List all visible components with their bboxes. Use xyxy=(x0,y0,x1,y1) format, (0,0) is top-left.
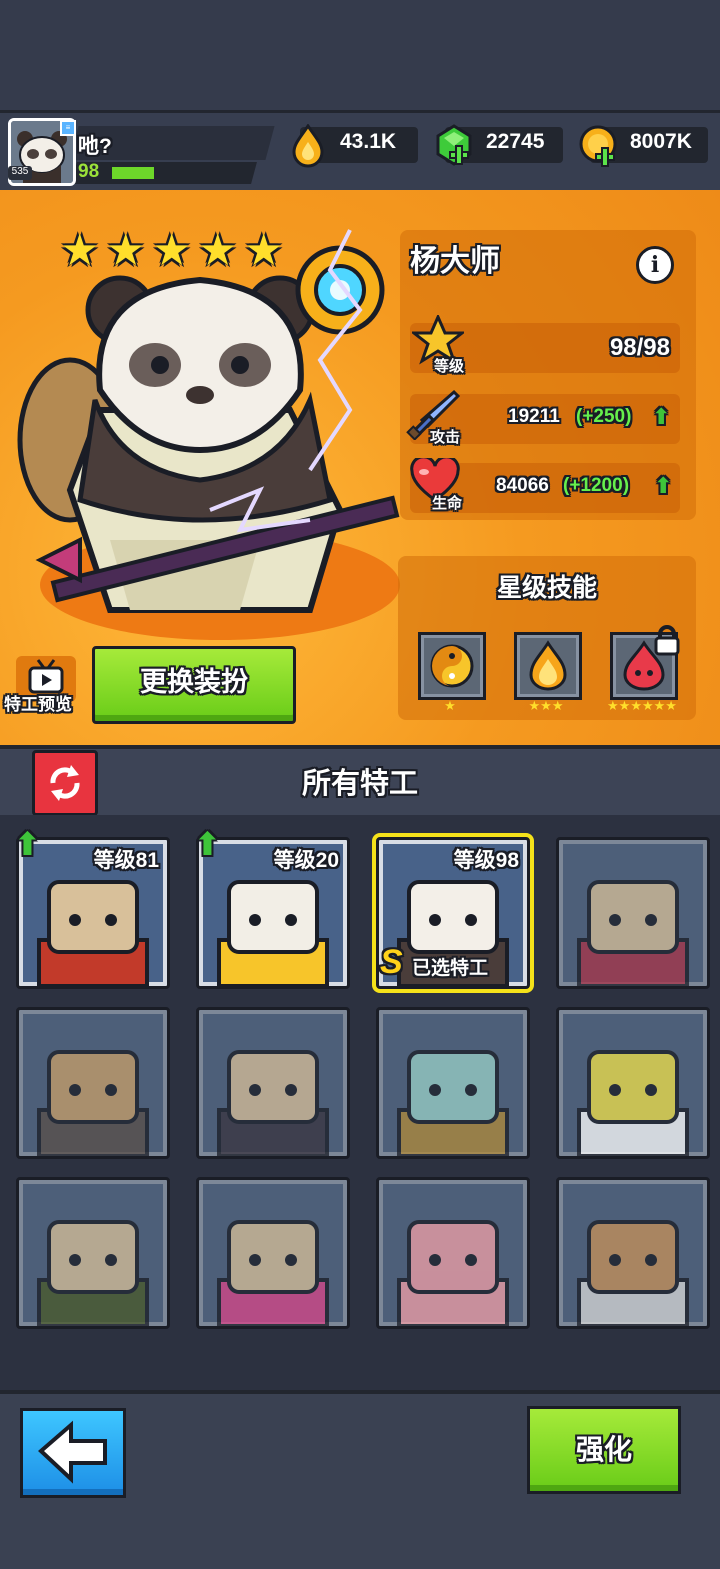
stat-level-label: 等级 xyxy=(434,358,465,375)
skill-3-stars: ★★★★★★ xyxy=(607,698,677,713)
skill-2-stars: ★★★ xyxy=(528,698,564,713)
rank-s-badge: S xyxy=(380,943,403,981)
player-level: 98 xyxy=(78,161,100,182)
stat-hp-label: 生命 xyxy=(432,495,463,512)
status-bar-area xyxy=(0,0,720,110)
pink-hair-portrait-icon xyxy=(217,1220,329,1326)
agent-level-label: 等级20 xyxy=(273,849,339,872)
resource-energy-value: 43.1K xyxy=(340,130,397,153)
player-name: 吔? xyxy=(78,135,112,158)
yin-yang-icon xyxy=(430,644,474,688)
hp-up-arrow-icon: ⬆ xyxy=(654,473,673,498)
red-hair-portrait-icon xyxy=(577,880,689,986)
agent-grid: 等级81 ⬆ 等级20 ⬆ 等级98 S 已选特工 xyxy=(0,815,720,1395)
agent-card-sandy[interactable] xyxy=(556,1177,710,1329)
gasmask-portrait-icon xyxy=(37,1050,149,1156)
agent-card-ginger[interactable] xyxy=(196,1007,350,1159)
stat-hp-bonus: (+1200) xyxy=(563,475,630,496)
soldier-portrait-icon xyxy=(37,1220,149,1326)
avatar-badge: ≡ xyxy=(60,120,76,136)
lock-icon xyxy=(652,624,682,656)
avatar-badge-number: 535 xyxy=(8,166,32,180)
sandy-portrait-icon xyxy=(577,1220,689,1326)
stat-attack-value: 19211 xyxy=(508,406,560,427)
agent-preview-label: 特工预览 xyxy=(4,695,72,714)
stat-hp-value: 84066 xyxy=(496,475,549,496)
skill-slot-1[interactable] xyxy=(418,632,486,700)
selected-agent-label: 已选特工 xyxy=(412,958,489,979)
green-gem-plus-icon[interactable] xyxy=(434,124,474,170)
info-button[interactable]: i xyxy=(636,246,674,284)
skill-slot-2[interactable] xyxy=(514,632,582,700)
skill-1-stars: ★ xyxy=(444,698,456,713)
agent-card-soldier[interactable] xyxy=(16,1177,170,1329)
xp-bar-fill xyxy=(112,167,154,179)
squidward-portrait-icon xyxy=(397,1050,509,1156)
agent-level-label: 等级81 xyxy=(93,849,159,872)
back-arrow-icon xyxy=(38,1420,107,1484)
ginger-portrait-icon xyxy=(217,1050,329,1156)
back-button[interactable] xyxy=(20,1408,126,1498)
agent-card-patrick[interactable] xyxy=(376,1177,530,1329)
flame-drop-icon xyxy=(290,123,326,168)
stat-level-value: 98/98 xyxy=(609,334,670,361)
resource-gems-value: 22745 xyxy=(486,130,545,153)
upgrade-label: 强化 xyxy=(575,1434,632,1465)
spongebob-portrait-icon xyxy=(577,1050,689,1156)
hero-character-illustration xyxy=(17,229,400,613)
agent-card-spongebob[interactable] xyxy=(556,1007,710,1159)
stat-attack-bonus: (+250) xyxy=(576,406,632,427)
agent-card-gasmask[interactable] xyxy=(16,1007,170,1159)
agent-list-title: 所有特工 xyxy=(301,768,418,800)
gold-coin-plus-icon[interactable] xyxy=(578,124,620,170)
attack-up-arrow-icon: ⬆ xyxy=(652,404,671,429)
stat-attack-label: 攻击 xyxy=(430,429,461,446)
upgrade-available-arrow-icon: ⬆ xyxy=(194,826,221,862)
agent-card-red-hair[interactable] xyxy=(556,837,710,989)
agent-card-pink-hair[interactable] xyxy=(196,1177,350,1329)
hero-showcase: ★ ★ ★ ★ ★ 杨大师 i 等级 98/98 攻击 19211 (+250)… xyxy=(0,190,720,745)
info-icon: i xyxy=(650,252,660,278)
star-skills-title: 星级技能 xyxy=(496,574,597,602)
fire-spirit-icon xyxy=(529,640,567,691)
agent-level-label: 等级98 xyxy=(453,849,519,872)
resource-coins-value: 8007K xyxy=(630,130,692,153)
agent-card-squidward[interactable] xyxy=(376,1007,530,1159)
change-skin-label: 更换装扮 xyxy=(140,667,248,697)
upgrade-available-arrow-icon: ⬆ xyxy=(14,826,41,862)
patrick-portrait-icon xyxy=(397,1220,509,1326)
hero-name: 杨大师 xyxy=(410,245,500,278)
